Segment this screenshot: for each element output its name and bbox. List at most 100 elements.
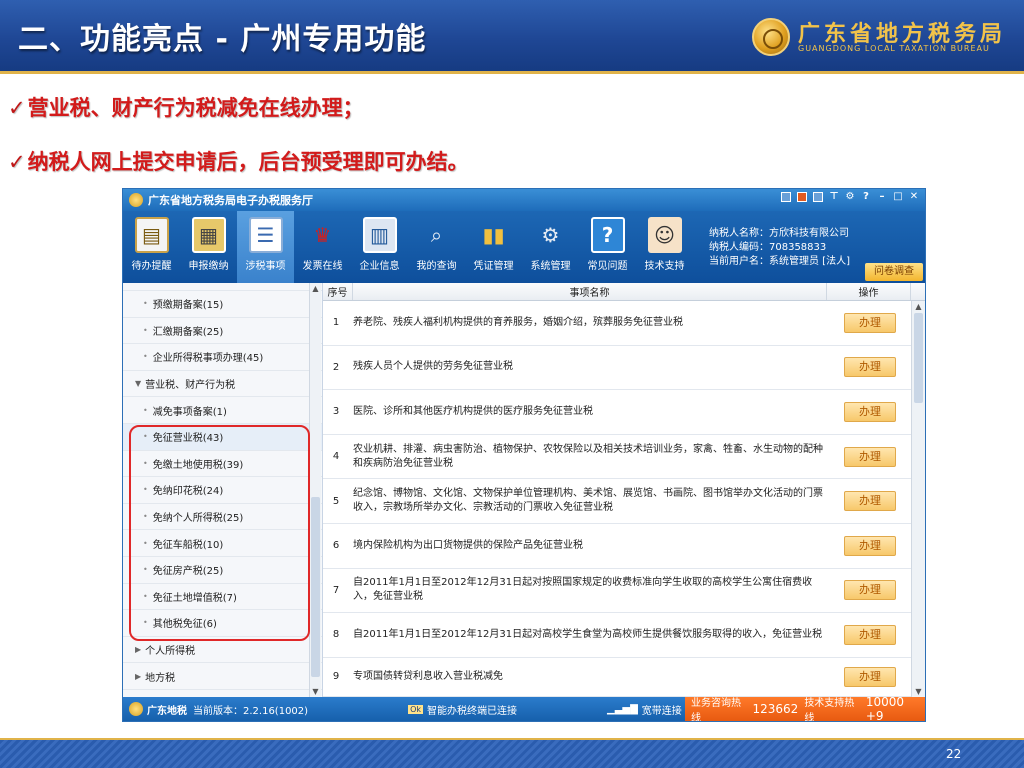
scroll-thumb[interactable]	[311, 497, 320, 677]
row-number: 2	[332, 361, 340, 373]
sidebar: • 预缴期备案(15) • 汇缴期备案(25) • 企业所得税事项办理(45) ▼ 营业…	[123, 283, 323, 697]
skin-icon[interactable]	[781, 192, 791, 202]
table-header: 序号 事项名称 操作	[323, 283, 925, 301]
support-label: 技术支持热线	[804, 698, 855, 722]
expanded-arrow-icon: ▼	[135, 379, 142, 389]
handle-button[interactable]: 办理	[844, 312, 896, 333]
row-name: 农业机耕、排灌、病虫害防治、植物保护、农牧保险以及相关技术培训业务，家禽、牲畜、…	[353, 443, 823, 469]
tool-support[interactable]: ☺ 技术支持	[636, 211, 693, 283]
layout-icon[interactable]	[813, 192, 823, 202]
row-number: 5	[332, 495, 340, 507]
sidebar-item[interactable]: • 汇缴期备案(25)	[123, 318, 322, 345]
tool-my-query[interactable]: ⌕ 我的查询	[408, 211, 465, 283]
table-row: 4 农业机耕、排灌、病虫害防治、植物保护、农牧保险以及相关技术培训业务，家禽、牲…	[323, 435, 911, 480]
row-number: 7	[332, 584, 340, 596]
row-name: 残疾人员个人提供的劳务免征营业税	[353, 361, 513, 373]
scroll-down-icon[interactable]: ▼	[310, 686, 321, 697]
tool-system[interactable]: ⚙ 系统管理	[522, 211, 579, 283]
window-title: 广东省地方税务局电子办税服务厅	[148, 194, 313, 207]
sidebar-scrollbar[interactable]: ▲ ▼	[309, 283, 321, 697]
app-logo-icon	[129, 702, 143, 716]
terminal-icon: Ok	[408, 704, 423, 714]
status-bar: 广东地税 当前版本：2.2.16(1002) Ok 智能办税终端已连接 ▁▃▅▇…	[123, 695, 925, 722]
window-controls: ⊤ ⚙ ? – □ ✕	[781, 192, 919, 202]
hotline-label: 业务咨询热线	[691, 698, 741, 722]
table-row: 3 医院、诊所和其他医疗机构提供的医疗服务免征营业税 办理	[323, 390, 911, 435]
tool-label: 凭证管理	[473, 261, 514, 272]
tool-label: 申报缴纳	[188, 261, 229, 272]
tool-label: 系统管理	[530, 261, 571, 272]
column-header-no: 序号	[323, 283, 353, 300]
sidebar-item[interactable]: • 减免事项备案(1)	[123, 397, 322, 424]
sidebar-item[interactable]: • 预缴期备案(15)	[123, 291, 322, 318]
collapsed-arrow-icon: ▶	[135, 645, 142, 655]
table-row: 1 养老院、残疾人福利机构提供的育养服务，婚姻介绍，殡葬服务免征营业税 办理	[323, 301, 911, 346]
table-scrollbar[interactable]: ▲ ▼	[911, 301, 925, 697]
sidebar-item[interactable]: • 企业所得税事项办理(45)	[123, 344, 322, 371]
tool-todo[interactable]: ▤ 待办提醒	[123, 211, 180, 283]
handle-button[interactable]: 办理	[844, 357, 896, 378]
pin-icon[interactable]: ⊤	[829, 192, 839, 202]
handle-button[interactable]: 办理	[844, 535, 896, 556]
table-row: 8 自2011年1月1日至2012年12月31日起对高校学生食堂为高校师生提供餐…	[323, 613, 911, 658]
handle-button[interactable]: 办理	[844, 580, 896, 601]
tool-tax-matters[interactable]: ☰ 涉税事项	[237, 211, 294, 283]
minimize-icon[interactable]: –	[877, 192, 887, 202]
survey-button[interactable]: 问卷调查	[865, 263, 923, 281]
close-icon[interactable]: ✕	[909, 192, 919, 202]
tool-faq[interactable]: ? 常见问题	[579, 211, 636, 283]
sidebar-group[interactable]: ▶ 地方税	[123, 663, 322, 690]
sidebar-group-label: 营业税、财产行为税	[145, 380, 236, 392]
signal-icon: ▁▃▅▇	[607, 703, 638, 715]
sidebar-item-label: 预缴期备案(15)	[152, 300, 224, 312]
settings-icon[interactable]: ⚙	[845, 192, 855, 202]
handle-button[interactable]: 办理	[844, 624, 896, 645]
taxpayer-name: 纳税人名称：方欣科技有限公司	[709, 228, 849, 239]
bureau-logo-icon	[752, 18, 790, 56]
tool-declare[interactable]: ▦ 申报缴纳	[180, 211, 237, 283]
bullet-2: ✓纳税人网上提交申请后，后台预受理即可办结。	[8, 146, 469, 176]
binders-icon: ▮▮	[482, 223, 505, 247]
stamp-icon: ♛	[313, 223, 332, 247]
building-icon: ▥	[362, 217, 397, 253]
tool-company-info[interactable]: ▥ 企业信息	[351, 211, 408, 283]
row-number: 6	[332, 540, 340, 552]
tool-label: 我的查询	[416, 261, 457, 272]
scroll-up-icon[interactable]: ▲	[912, 301, 925, 312]
hotline-banner: 业务咨询热线 123662 技术支持热线 10000 +9	[685, 695, 925, 722]
bureau-name-en: GUANGDONG LOCAL TAXATION BUREAU	[798, 44, 990, 53]
row-name: 自2011年1月1日至2012年12月31日起对按照国家规定的收费标准向学生收取…	[353, 577, 813, 603]
color-icon[interactable]	[797, 192, 807, 202]
maximize-icon[interactable]: □	[893, 192, 903, 202]
bullet-1: ✓营业税、财产行为税减免在线办理；	[8, 92, 364, 122]
gear-icon: ⚙	[541, 223, 560, 247]
tool-invoice[interactable]: ♛ 发票在线	[294, 211, 351, 283]
form-icon: ☰	[248, 217, 283, 253]
tool-label: 待办提醒	[131, 261, 172, 272]
tool-label: 涉税事项	[245, 261, 286, 272]
window-titlebar[interactable]: 广东省地方税务局电子办税服务厅 ⊤ ⚙ ? – □ ✕	[123, 189, 925, 211]
table-row: 6 境内保险机构为出口货物提供的保险产品免征营业税 办理	[323, 524, 911, 569]
taxpayer-code: 纳税人编码：708358833	[709, 242, 827, 253]
handle-button[interactable]: 办理	[844, 401, 896, 422]
column-header-op: 操作	[827, 283, 911, 300]
table-row: 7 自2011年1月1日至2012年12月31日起对按照国家规定的收费标准向学生…	[323, 569, 911, 614]
slide-title: 二、功能亮点 - 广州专用功能	[18, 22, 427, 57]
sidebar-group[interactable]: ▼ 营业税、财产行为税	[123, 371, 322, 398]
help-icon[interactable]: ?	[861, 192, 871, 202]
row-number: 4	[332, 451, 340, 463]
sidebar-group-label: 地方税	[145, 672, 176, 684]
tool-label: 常见问题	[587, 261, 628, 272]
hotline-number: 123662	[752, 702, 799, 716]
handle-button[interactable]: 办理	[844, 666, 896, 687]
content-area: • 预缴期备案(15) • 汇缴期备案(25) • 企业所得税事项办理(45) ▼ 营业…	[123, 283, 925, 697]
handle-button[interactable]: 办理	[844, 491, 896, 512]
handle-button[interactable]: 办理	[844, 446, 896, 467]
tool-voucher[interactable]: ▮▮ 凭证管理	[465, 211, 522, 283]
scroll-up-icon[interactable]: ▲	[310, 283, 321, 294]
row-name: 自2011年1月1日至2012年12月31日起对高校学生食堂为高校师生提供餐饮服…	[353, 628, 823, 640]
sidebar-item-label: 汇缴期备案(25)	[152, 326, 224, 338]
scroll-thumb[interactable]	[914, 313, 923, 403]
tool-label: 企业信息	[359, 261, 400, 272]
bullet-2-text: 纳税人网上提交申请后，后台预受理即可办结。	[27, 150, 469, 174]
